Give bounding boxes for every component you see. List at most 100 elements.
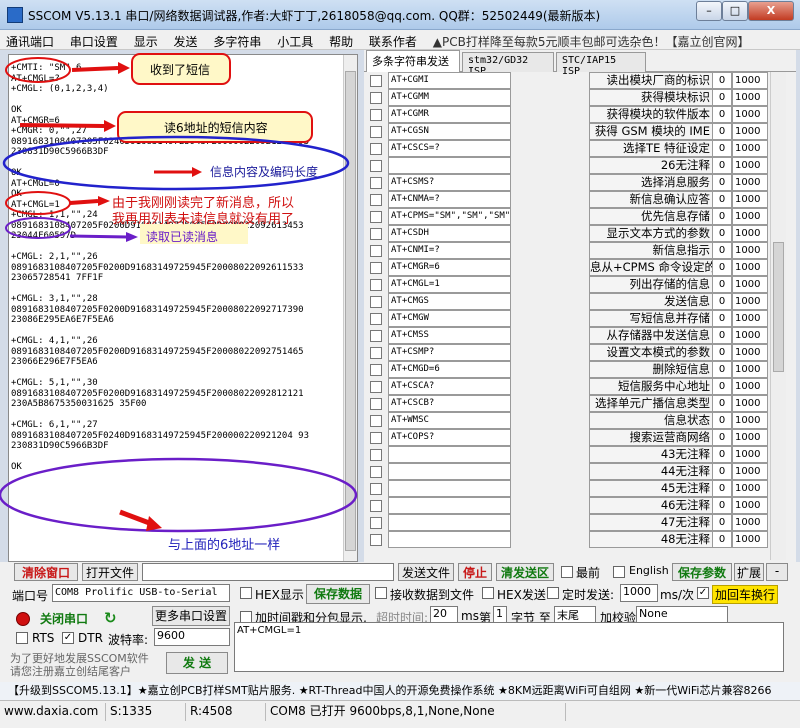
row-command-input[interactable]: AT+CSDH [388, 225, 511, 242]
row-checkbox[interactable] [370, 126, 382, 138]
save-params-button[interactable]: 保存参数 [672, 563, 732, 581]
row-order-input[interactable]: 0 [712, 259, 732, 276]
row-order-input[interactable]: 0 [712, 174, 732, 191]
row-order-input[interactable]: 0 [712, 344, 732, 361]
rows-scroll-thumb[interactable] [773, 242, 784, 372]
row-order-input[interactable]: 0 [712, 429, 732, 446]
row-send-button[interactable]: 43无注释 [589, 446, 713, 463]
row-order-input[interactable]: 0 [712, 72, 732, 89]
row-send-button[interactable]: 选择消息服务 [589, 174, 713, 191]
collapse-button[interactable]: - [766, 563, 788, 581]
row-checkbox[interactable] [370, 109, 382, 121]
row-send-button[interactable]: 优先信息存储 [589, 208, 713, 225]
close-port-button[interactable]: 关闭串口 [40, 610, 88, 627]
row-checkbox[interactable] [370, 279, 382, 291]
row-send-button[interactable]: 获得模块标识 [589, 89, 713, 106]
row-delay-input[interactable]: 1000 [732, 225, 768, 242]
row-command-input[interactable]: AT+CPMS="SM","SM","SM" [388, 208, 511, 225]
row-checkbox[interactable] [370, 245, 382, 257]
row-delay-input[interactable]: 1000 [732, 395, 768, 412]
hex-send-checkbox[interactable] [482, 587, 494, 599]
row-checkbox[interactable] [370, 415, 382, 427]
row-checkbox[interactable] [370, 534, 382, 546]
row-order-input[interactable]: 0 [712, 242, 732, 259]
tab-stm32-isp[interactable]: stm32/GD32 ISP [462, 52, 554, 77]
row-checkbox[interactable] [370, 364, 382, 376]
row-command-input[interactable]: AT+WMSC [388, 412, 511, 429]
row-delay-input[interactable]: 1000 [732, 463, 768, 480]
row-checkbox[interactable] [370, 381, 382, 393]
row-order-input[interactable]: 0 [712, 140, 732, 157]
row-order-input[interactable]: 0 [712, 497, 732, 514]
row-delay-input[interactable]: 1000 [732, 106, 768, 123]
row-command-input[interactable] [388, 480, 511, 497]
row-order-input[interactable]: 0 [712, 361, 732, 378]
row-delay-input[interactable]: 1000 [732, 89, 768, 106]
stop-button[interactable]: 停止 [458, 563, 492, 581]
row-send-button[interactable]: 新信息确认应答 [589, 191, 713, 208]
row-command-input[interactable]: AT+CSCA? [388, 378, 511, 395]
row-command-input[interactable]: AT+CSMP? [388, 344, 511, 361]
row-command-input[interactable]: AT+CMGR=6 [388, 259, 511, 276]
more-settings-button[interactable]: 更多串口设置 [152, 606, 230, 626]
row-checkbox[interactable] [370, 262, 382, 274]
row-checkbox[interactable] [370, 75, 382, 87]
row-order-input[interactable]: 0 [712, 531, 732, 548]
row-delay-input[interactable]: 1000 [732, 259, 768, 276]
row-delay-input[interactable]: 1000 [732, 514, 768, 531]
clear-window-button[interactable]: 清除窗口 [14, 563, 78, 581]
dtr-checkbox[interactable]: ✓ [62, 632, 74, 644]
english-checkbox[interactable] [613, 566, 625, 578]
hex-display-checkbox[interactable] [240, 587, 252, 599]
status-url[interactable]: www.daxia.com [0, 703, 106, 721]
rows-scrollbar[interactable] [770, 72, 786, 560]
row-delay-input[interactable]: 1000 [732, 344, 768, 361]
row-delay-input[interactable]: 1000 [732, 310, 768, 327]
save-data-button[interactable]: 保存数据 [306, 584, 370, 604]
row-send-button[interactable]: 删除短信息 [589, 361, 713, 378]
port-select[interactable]: COM8 Prolific USB-to-Serial [52, 584, 230, 602]
timed-send-checkbox[interactable] [547, 587, 559, 599]
row-command-input[interactable] [388, 463, 511, 480]
row-send-button[interactable]: 获得模块的软件版本 [589, 106, 713, 123]
row-command-input[interactable]: AT+CMGL=1 [388, 276, 511, 293]
row-send-button[interactable]: 48无注释 [589, 531, 713, 548]
row-order-input[interactable]: 0 [712, 89, 732, 106]
row-order-input[interactable]: 0 [712, 480, 732, 497]
row-delay-input[interactable]: 1000 [732, 412, 768, 429]
row-delay-input[interactable]: 1000 [732, 191, 768, 208]
row-send-button[interactable]: 息从+CPMS 命令设定的 [589, 259, 713, 276]
send-input[interactable]: AT+CMGL=1 [234, 622, 784, 672]
send-file-button[interactable]: 发送文件 [398, 563, 454, 581]
row-command-input[interactable]: AT+CMGW [388, 310, 511, 327]
row-send-button[interactable]: 44无注释 [589, 463, 713, 480]
row-delay-input[interactable]: 1000 [732, 276, 768, 293]
file-path-input[interactable] [142, 563, 394, 581]
row-delay-input[interactable]: 1000 [732, 531, 768, 548]
row-delay-input[interactable]: 1000 [732, 327, 768, 344]
row-order-input[interactable]: 0 [712, 446, 732, 463]
row-send-button[interactable]: 选择单元广播信息类型 [589, 395, 713, 412]
row-command-input[interactable]: AT+CNMI=? [388, 242, 511, 259]
row-order-input[interactable]: 0 [712, 463, 732, 480]
row-checkbox[interactable] [370, 330, 382, 342]
row-checkbox[interactable] [370, 296, 382, 308]
row-send-button[interactable]: 搜索运营商网络 [589, 429, 713, 446]
row-checkbox[interactable] [370, 483, 382, 495]
row-order-input[interactable]: 0 [712, 276, 732, 293]
row-checkbox[interactable] [370, 500, 382, 512]
row-send-button[interactable]: 写短信息并存储 [589, 310, 713, 327]
row-send-button[interactable]: 短信服务中心地址 [589, 378, 713, 395]
expand-button[interactable]: 扩展 [734, 563, 764, 581]
row-command-input[interactable]: AT+CSCS=? [388, 140, 511, 157]
row-order-input[interactable]: 0 [712, 378, 732, 395]
row-command-input[interactable]: AT+CGMR [388, 106, 511, 123]
row-checkbox[interactable] [370, 194, 382, 206]
recv-to-file-checkbox[interactable] [375, 587, 387, 599]
row-order-input[interactable]: 0 [712, 208, 732, 225]
row-command-input[interactable] [388, 497, 511, 514]
row-delay-input[interactable]: 1000 [732, 208, 768, 225]
row-delay-input[interactable]: 1000 [732, 378, 768, 395]
row-command-input[interactable]: AT+CGMM [388, 89, 511, 106]
row-send-button[interactable]: 显示文本方式的参数 [589, 225, 713, 242]
